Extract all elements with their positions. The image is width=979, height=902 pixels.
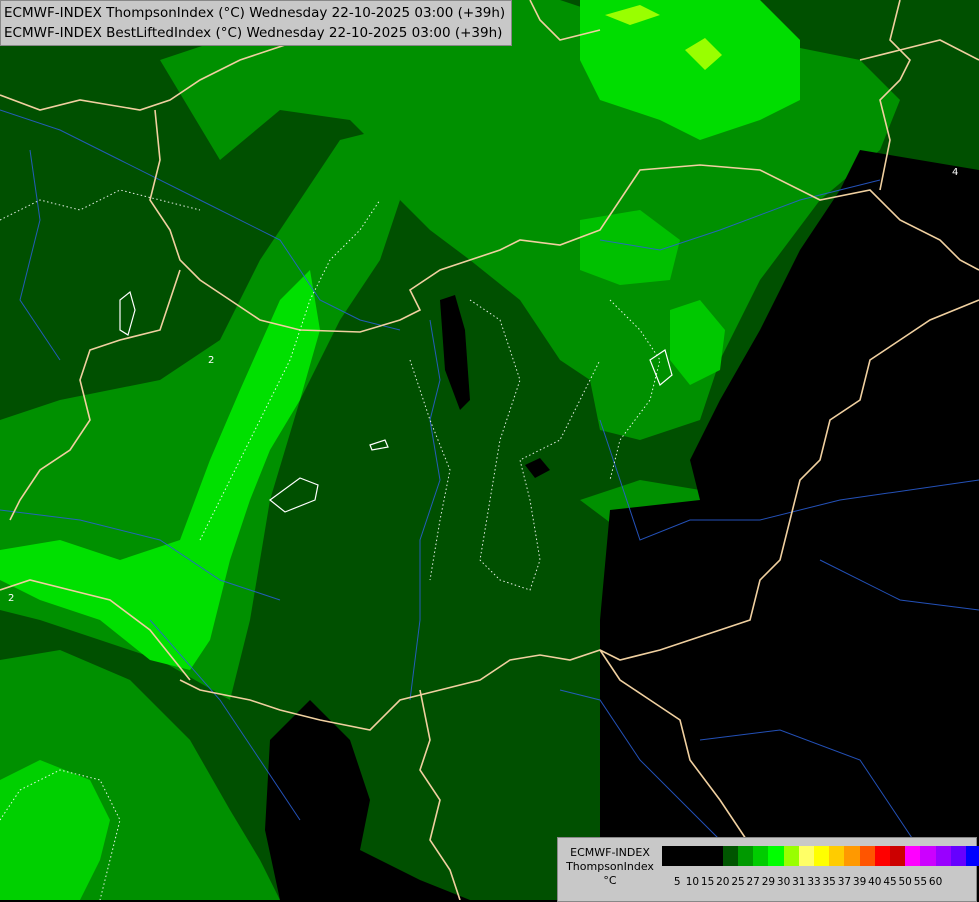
- legend-swatch: [753, 846, 769, 866]
- legend-tick-label: 10: [685, 876, 700, 888]
- legend-swatch: [920, 846, 937, 866]
- legend-swatch: [859, 846, 876, 866]
- legend-swatch: [798, 846, 815, 866]
- legend-tick-label: 30: [776, 876, 791, 888]
- legend-tick-label: 5: [673, 876, 681, 888]
- legend-tick-label: 50: [898, 876, 912, 888]
- legend-swatch: [814, 846, 830, 866]
- map-title-box: ECMWF-INDEX ThompsonIndex (°C) Wednesday…: [0, 0, 513, 46]
- title-line-1: ECMWF-INDEX ThompsonIndex (°C) Wednesday…: [4, 5, 506, 21]
- legend-tick-label: 40: [868, 876, 882, 888]
- legend-tick-label: 31: [792, 876, 806, 888]
- legend-swatch: [950, 846, 967, 866]
- legend-swatch: [677, 846, 693, 866]
- contour-label: 2: [208, 355, 215, 366]
- legend-swatch: [738, 846, 754, 866]
- contour-label: 4: [952, 167, 959, 178]
- legend-tick-label: 45: [883, 876, 897, 888]
- legend-swatch: [692, 846, 709, 866]
- legend-tick-label: 29: [761, 876, 776, 888]
- legend-swatch: [844, 846, 861, 866]
- legend-unit: °C: [603, 874, 617, 887]
- weather-map: [0, 0, 979, 900]
- legend-tick-label: 37: [837, 876, 852, 888]
- legend-tick-label: 39: [852, 876, 867, 888]
- legend-swatch: [722, 846, 739, 866]
- legend-swatch: [768, 846, 785, 866]
- color-legend: ECMWF-INDEX ThompsonIndex °C 5 10 15 20 25 27…: [557, 837, 979, 902]
- legend-swatch: [662, 846, 678, 866]
- legend-swatch: [874, 846, 891, 866]
- legend-swatch: [783, 846, 800, 866]
- legend-parameter: ThompsonIndex: [566, 860, 654, 873]
- legend-tick-label: 60: [928, 876, 943, 888]
- title-line-2: ECMWF-INDEX BestLiftedIndex (°C) Wednesd…: [4, 25, 503, 41]
- legend-swatch: [890, 846, 906, 866]
- legend-tick-label: 20: [716, 876, 730, 888]
- legend-swatch: [966, 846, 979, 866]
- legend-swatch: [829, 846, 845, 866]
- legend-tick-label: 25: [731, 876, 745, 888]
- legend-model: ECMWF-INDEX: [570, 846, 650, 859]
- legend-tick-label: 33: [807, 876, 821, 888]
- legend-swatch: [707, 846, 724, 866]
- legend-title: ECMWF-INDEX ThompsonIndex °C: [560, 846, 660, 888]
- legend-swatch: [935, 846, 952, 866]
- legend-swatch: [905, 846, 921, 866]
- legend-tick-label: 15: [700, 876, 715, 888]
- legend-tick-label: 27: [746, 876, 760, 888]
- legend-tick-label: 35: [822, 876, 836, 888]
- legend-tick-label: 55: [913, 876, 928, 888]
- contour-label: 2: [8, 593, 15, 604]
